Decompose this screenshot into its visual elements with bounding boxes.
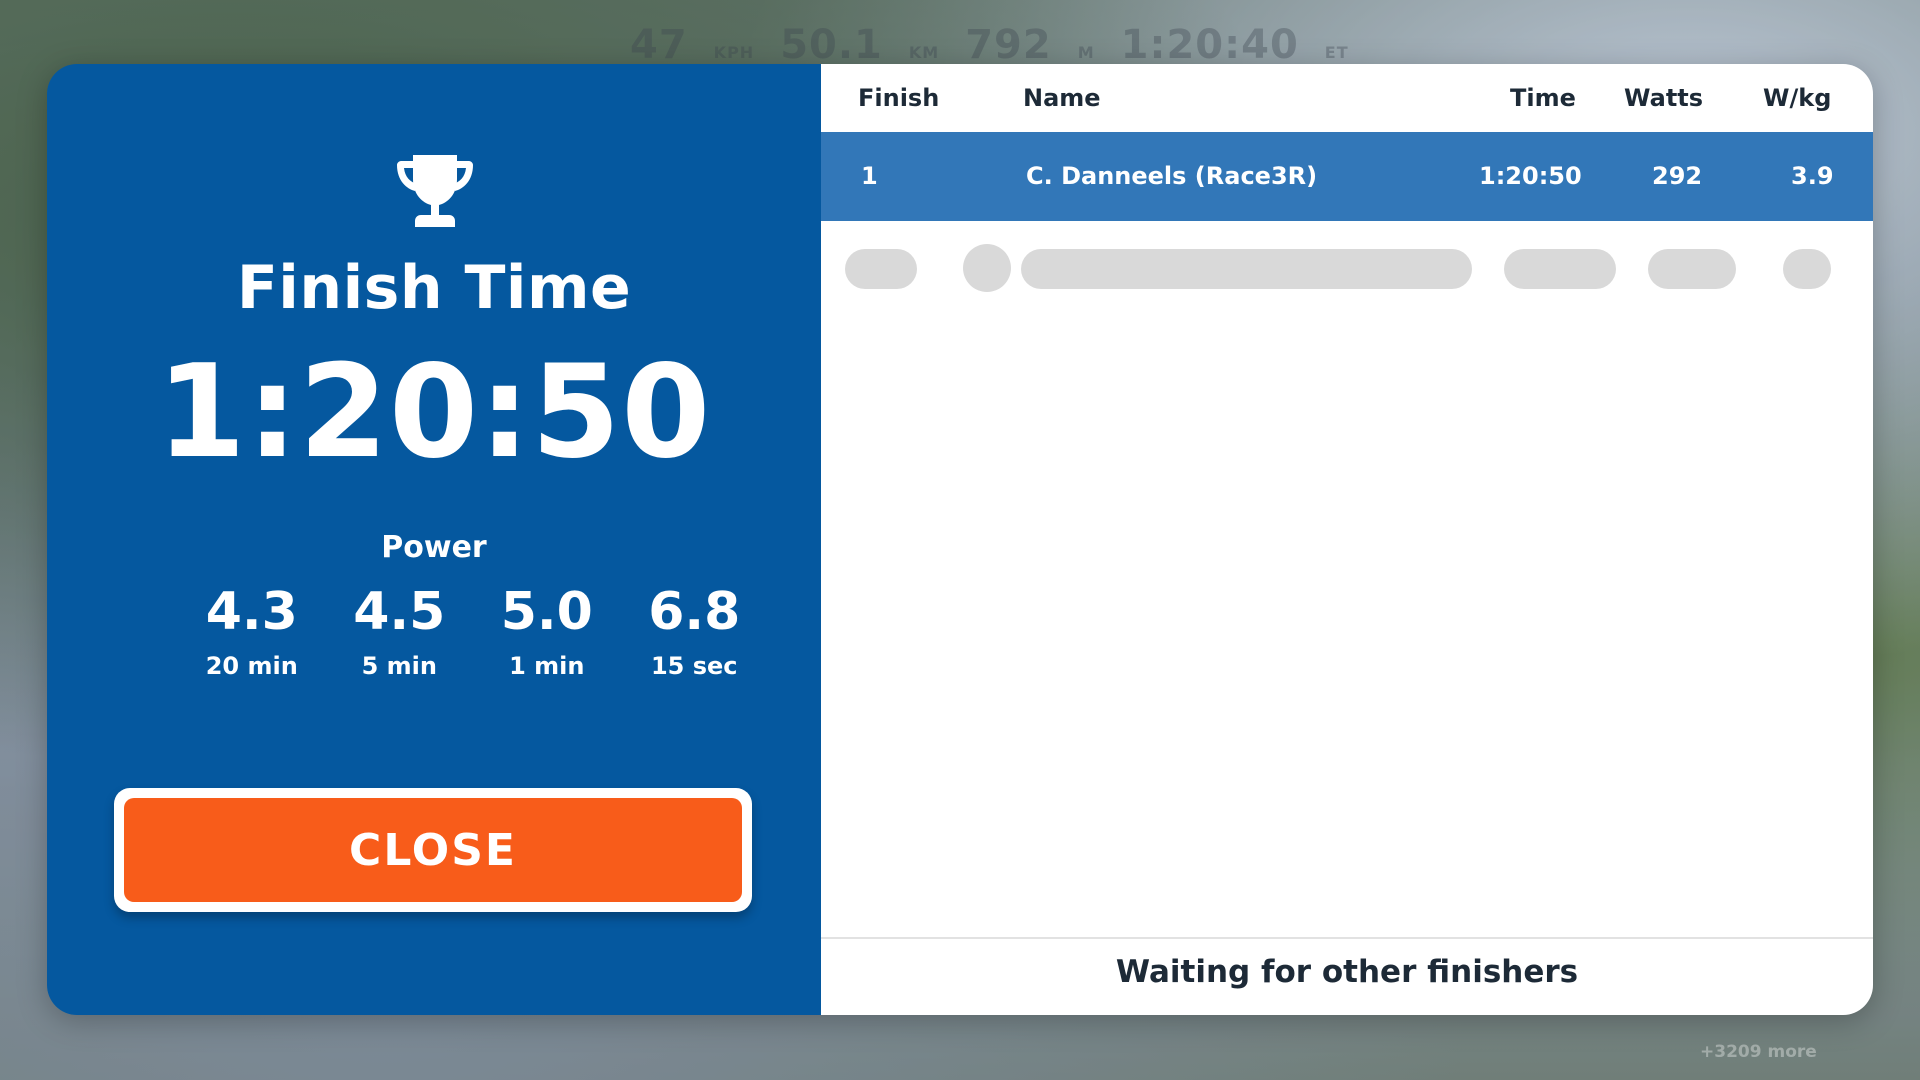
row-wkg: 3.9 — [1791, 162, 1834, 190]
power-duration: 1 min — [509, 652, 585, 680]
power-duration: 20 min — [205, 652, 298, 680]
results-table-header: Finish Name Time Watts W/kg — [821, 64, 1873, 132]
hud-elevation: 792 — [965, 22, 1052, 68]
column-header-time[interactable]: Time — [1510, 84, 1576, 112]
skeleton-avatar — [963, 244, 1011, 292]
hud-speed-unit: KPH — [713, 43, 755, 62]
skeleton-wkg — [1783, 249, 1831, 289]
close-button-frame: CLOSE — [114, 788, 752, 912]
power-stat-20min: 4.3 20 min — [178, 580, 326, 680]
column-header-wkg[interactable]: W/kg — [1763, 84, 1831, 112]
hud-elapsed-unit: ET — [1324, 43, 1349, 62]
finish-time-value: 1:20:50 — [156, 338, 712, 487]
column-header-finish[interactable]: Finish — [858, 84, 939, 112]
column-header-name[interactable]: Name — [1023, 84, 1101, 112]
column-header-watts[interactable]: Watts — [1624, 84, 1703, 112]
power-value: 6.8 — [648, 582, 741, 642]
race-results-modal: Finish Time 1:20:50 Power 4.3 20 min 4.5… — [47, 64, 1873, 1015]
hud-speed: 47 — [630, 22, 688, 68]
power-value: 5.0 — [500, 582, 593, 642]
hud-distance: 50.1 — [780, 22, 883, 68]
finish-summary-panel: Finish Time 1:20:50 Power 4.3 20 min 4.5… — [47, 64, 821, 1015]
footer-divider — [821, 937, 1873, 939]
background-more-riders: +3209 more — [1700, 1042, 1817, 1062]
skeleton-name — [1021, 249, 1472, 289]
skeleton-finish — [845, 249, 917, 289]
hud-elapsed: 1:20:40 — [1120, 22, 1299, 68]
waiting-status: Waiting for other finishers — [1115, 954, 1579, 990]
power-value: 4.3 — [205, 582, 298, 642]
power-label: Power — [381, 530, 487, 565]
power-duration: 5 min — [361, 652, 437, 680]
row-finish-position: 1 — [861, 162, 878, 190]
row-rider-name: C. Danneels (Race3R) — [1026, 162, 1318, 190]
row-watts: 292 — [1652, 162, 1703, 190]
results-table-panel: Finish Name Time Watts W/kg 1 C. Danneel… — [821, 64, 1873, 1015]
table-row[interactable]: 1 C. Danneels (Race3R) 1:20:50 292 3.9 — [821, 132, 1873, 221]
finish-title: Finish Time — [236, 253, 632, 323]
trophy-icon — [397, 155, 473, 227]
hud-elevation-unit: M — [1077, 43, 1095, 62]
power-stat-1min: 5.0 1 min — [473, 580, 621, 680]
skeleton-time — [1504, 249, 1616, 289]
background-hud: 47 KPH 50.1 KM 792 M 1:20:40 ET — [630, 22, 1348, 68]
power-stat-5min: 4.5 5 min — [326, 580, 474, 680]
close-button[interactable]: CLOSE — [124, 798, 742, 902]
power-stat-15sec: 6.8 15 sec — [621, 580, 769, 680]
power-duration: 15 sec — [650, 652, 738, 680]
power-value: 4.5 — [353, 582, 446, 642]
hud-distance-unit: KM — [908, 43, 940, 62]
power-stats: 4.3 20 min 4.5 5 min 5.0 1 min 6.8 15 se… — [178, 580, 768, 680]
row-time: 1:20:50 — [1479, 162, 1582, 190]
skeleton-watts — [1648, 249, 1736, 289]
